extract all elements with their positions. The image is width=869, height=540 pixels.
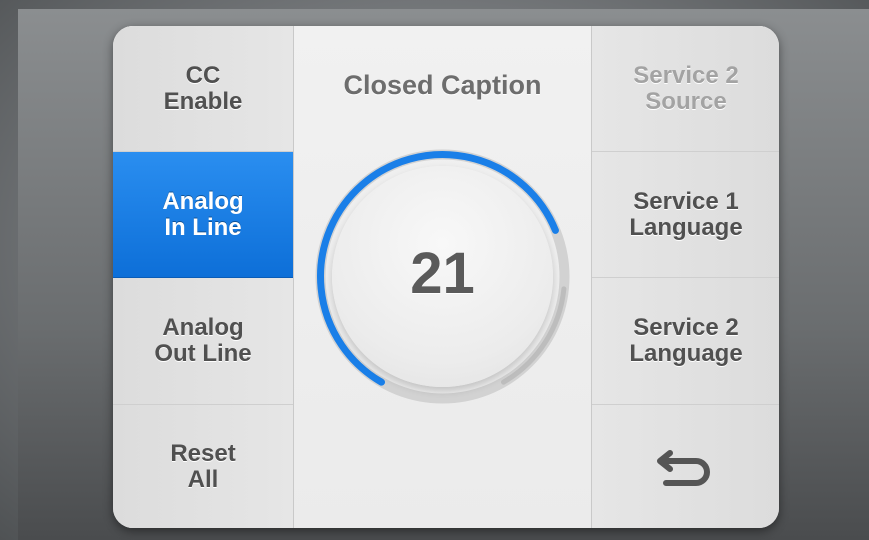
closed-caption-panel: CC Enable Analog In Line Analog Out Line…	[113, 26, 779, 528]
center-area: Closed Caption 21	[294, 26, 591, 528]
service-1-language-button[interactable]: Service 1 Language	[592, 152, 779, 278]
reset-all-button[interactable]: Reset All	[113, 405, 293, 528]
back-button[interactable]	[592, 405, 779, 528]
left-menu: CC Enable Analog In Line Analog Out Line…	[113, 26, 294, 528]
analog-in-line-button[interactable]: Analog In Line	[113, 152, 293, 278]
service-2-language-button[interactable]: Service 2 Language	[592, 278, 779, 405]
cc-enable-button[interactable]: CC Enable	[113, 26, 293, 152]
service-2-source-button[interactable]: Service 2 Source	[592, 26, 779, 152]
dial-value: 21	[410, 241, 475, 306]
page-title: Closed Caption	[343, 70, 542, 100]
right-menu: Service 2 Source Service 1 Language Serv…	[591, 26, 779, 528]
back-arrow-icon	[657, 449, 710, 486]
value-dial[interactable]: 21	[310, 144, 575, 409]
analog-out-line-button[interactable]: Analog Out Line	[113, 278, 293, 405]
